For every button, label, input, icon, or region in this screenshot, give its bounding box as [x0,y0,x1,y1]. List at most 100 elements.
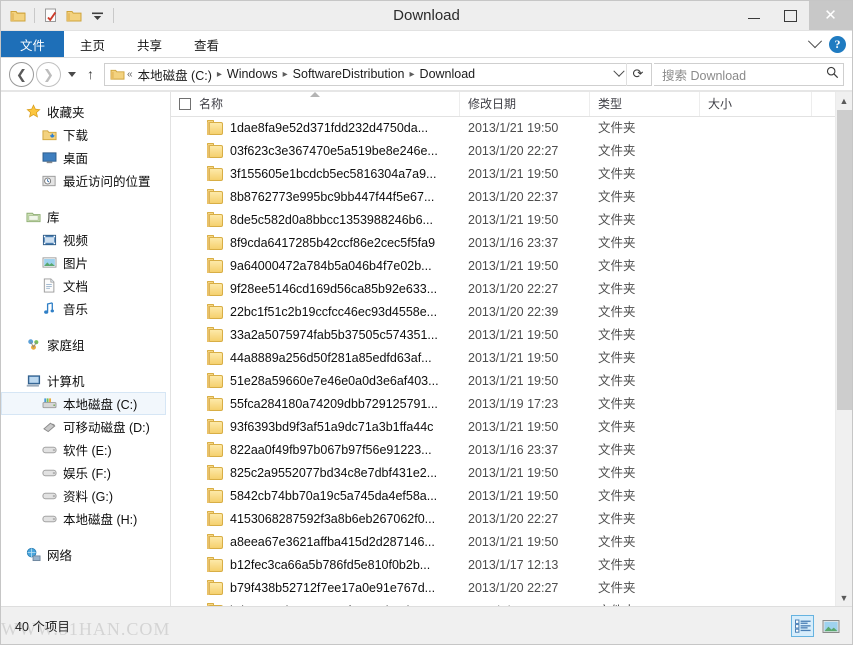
address-history-dropdown-icon[interactable] [612,65,626,78]
column-header-date[interactable]: 修改日期 [460,92,590,116]
table-row[interactable]: 51e28a59660e7e46e0a0d3e6af403... 2013/1/2… [171,370,852,393]
back-button[interactable]: ❮ [9,61,34,87]
row-checkbox[interactable] [171,393,195,416]
breadcrumb-separator-2[interactable]: ▸ [281,69,290,80]
help-icon[interactable]: ? [829,35,846,53]
cell-name[interactable]: 8b8762773e995bc9bb447f44f5e67... [195,186,460,209]
cell-name[interactable]: 8f9cda6417285b42ccf86e2cec5f5fa9 [195,232,460,255]
row-checkbox[interactable] [171,416,195,439]
forward-button[interactable]: ❯ [36,61,61,87]
row-checkbox[interactable] [171,301,195,324]
tab-view[interactable]: 查看 [178,31,235,57]
properties-icon[interactable] [41,6,61,26]
cell-name[interactable]: 55fca284180a74209dbb729125791... [195,393,460,416]
expand-ribbon-icon[interactable] [807,34,823,49]
cell-name[interactable]: 822aa0f49fb97b067b97f56e91223... [195,439,460,462]
sidebar-group-libraries[interactable]: 库 [1,205,170,228]
table-row[interactable]: 9a64000472a784b5a046b4f7e02b... 2013/1/21… [171,255,852,278]
cell-name[interactable]: 33a2a5075974fab5b37505c574351... [195,324,460,347]
cell-name[interactable]: 4153068287592f3a8b6eb267062f0... [195,508,460,531]
row-checkbox[interactable] [171,209,195,232]
sidebar-item-drive-e[interactable]: 软件 (E:) [1,438,170,461]
table-row[interactable]: 9f28ee5146cd169d56ca85b92e633... 2013/1/2… [171,278,852,301]
cell-name[interactable]: b79f438b52712f7ee17a0e91e767d... [195,577,460,600]
tab-file[interactable]: 文件 [1,31,65,57]
search-input[interactable]: 搜索 Download [662,65,826,84]
column-header-name[interactable]: 名称 [195,92,460,116]
table-row[interactable]: 1dae8fa9e52d371fdd232d4750da... 2013/1/21… [171,117,852,140]
sidebar-item-recent-places[interactable]: 最近访问的位置 [1,169,170,192]
sidebar-group-homegroup[interactable]: 家庭组 [1,333,170,356]
cell-name[interactable]: 8de5c582d0a8bbcc1353988246b6... [195,209,460,232]
row-checkbox[interactable] [171,163,195,186]
cell-name[interactable]: 825c2a9552077bd34c8e7dbf431e2... [195,462,460,485]
breadcrumb-separator-3[interactable]: ▸ [408,69,417,80]
table-row[interactable]: 8de5c582d0a8bbcc1353988246b6... 2013/1/21… [171,209,852,232]
row-checkbox[interactable] [171,577,195,600]
column-header-type[interactable]: 类型 [590,92,700,116]
table-row[interactable]: 825c2a9552077bd34c8e7dbf431e2... 2013/1/2… [171,462,852,485]
cell-name[interactable]: 1dae8fa9e52d371fdd232d4750da... [195,117,460,140]
recent-locations-button[interactable] [63,63,80,86]
scrollbar-thumb[interactable] [837,110,852,410]
row-checkbox[interactable] [171,186,195,209]
customize-dropdown-icon[interactable] [87,6,107,26]
table-row[interactable]: 22bc1f51c2b19ccfcc46ec93d4558e... 2013/1/… [171,301,852,324]
table-row[interactable]: 822aa0f49fb97b067b97f56e91223... 2013/1/1… [171,439,852,462]
breadcrumb-item-drive[interactable]: 本地磁盘 (C:) [135,65,215,84]
table-row[interactable]: 44a8889a256d50f281a85edfd63af... 2013/1/2… [171,347,852,370]
table-row[interactable]: 93f6393bd9f3af51a9dc71a3b1ffa44c 2013/1/2… [171,416,852,439]
cell-name[interactable]: b12fec3ca66a5b786fd5e810f0b2b... [195,554,460,577]
sidebar-item-local-disk-h[interactable]: 本地磁盘 (H:) [1,507,170,530]
row-checkbox[interactable] [171,324,195,347]
maximize-button[interactable] [772,1,809,30]
tab-share[interactable]: 共享 [121,31,178,57]
table-row[interactable]: 33a2a5075974fab5b37505c574351... 2013/1/2… [171,324,852,347]
row-checkbox[interactable] [171,370,195,393]
row-checkbox[interactable] [171,278,195,301]
row-checkbox[interactable] [171,255,195,278]
table-row[interactable]: 55fca284180a74209dbb729125791... 2013/1/1… [171,393,852,416]
cell-name[interactable]: 3f155605e1bcdcb5ec5816304a7a9... [195,163,460,186]
sidebar-item-music[interactable]: 音乐 [1,297,170,320]
cell-name[interactable]: 44a8889a256d50f281a85edfd63af... [195,347,460,370]
table-row[interactable]: a8eea67e3621affba415d2d287146... 2013/1/2… [171,531,852,554]
sidebar-group-computer[interactable]: 计算机 [1,369,170,392]
table-row[interactable]: 3f155605e1bcdcb5ec5816304a7a9... 2013/1/2… [171,163,852,186]
new-folder-icon[interactable] [64,6,84,26]
cell-name[interactable]: 9a64000472a784b5a046b4f7e02b... [195,255,460,278]
details-view-button[interactable] [791,615,814,637]
cell-name[interactable]: 93f6393bd9f3af51a9dc71a3b1ffa44c [195,416,460,439]
row-checkbox[interactable] [171,439,195,462]
sidebar-item-removable-disk-d[interactable]: 可移动磁盘 (D:) [1,415,170,438]
sidebar-item-pictures[interactable]: 图片 [1,251,170,274]
table-row[interactable]: b79f438b52712f7ee17a0e91e767d... 2013/1/2… [171,577,852,600]
sidebar-item-documents[interactable]: 文档 [1,274,170,297]
row-checkbox[interactable] [171,554,195,577]
row-checkbox[interactable] [171,508,195,531]
cell-name[interactable]: 51e28a59660e7e46e0a0d3e6af403... [195,370,460,393]
tab-home[interactable]: 主页 [64,31,121,57]
cell-name[interactable]: 5842cb74bb70a19c5a745da4ef58a... [195,485,460,508]
breadcrumb-bar[interactable]: « 本地磁盘 (C:) ▸ Windows ▸ SoftwareDistribu… [104,62,652,86]
row-checkbox[interactable] [171,117,195,140]
cell-name[interactable]: 03f623c3e367470e5a519be8e246e... [195,140,460,163]
search-icon[interactable] [826,66,839,82]
breadcrumb-item-softwaredistribution[interactable]: SoftwareDistribution [290,67,408,81]
breadcrumb-item-windows[interactable]: Windows [224,67,281,81]
table-row[interactable]: 8b8762773e995bc9bb447f44f5e67... 2013/1/2… [171,186,852,209]
cell-name[interactable]: 22bc1f51c2b19ccfcc46ec93d4558e... [195,301,460,324]
row-checkbox[interactable] [171,232,195,255]
sidebar-item-downloads[interactable]: 下载 [1,123,170,146]
close-button[interactable]: ✕ [809,1,852,30]
row-checkbox[interactable] [171,531,195,554]
row-checkbox[interactable] [171,140,195,163]
large-icons-view-button[interactable] [819,615,842,637]
column-header-size[interactable]: 大小 [700,92,812,116]
scroll-down-icon[interactable]: ▼ [836,589,852,606]
table-row[interactable]: 8f9cda6417285b42ccf86e2cec5f5fa9 2013/1/1… [171,232,852,255]
sidebar-item-desktop[interactable]: 桌面 [1,146,170,169]
row-checkbox[interactable] [171,485,195,508]
refresh-icon[interactable]: ⟳ [626,62,649,86]
sidebar-group-favorites[interactable]: 收藏夹 [1,100,170,123]
